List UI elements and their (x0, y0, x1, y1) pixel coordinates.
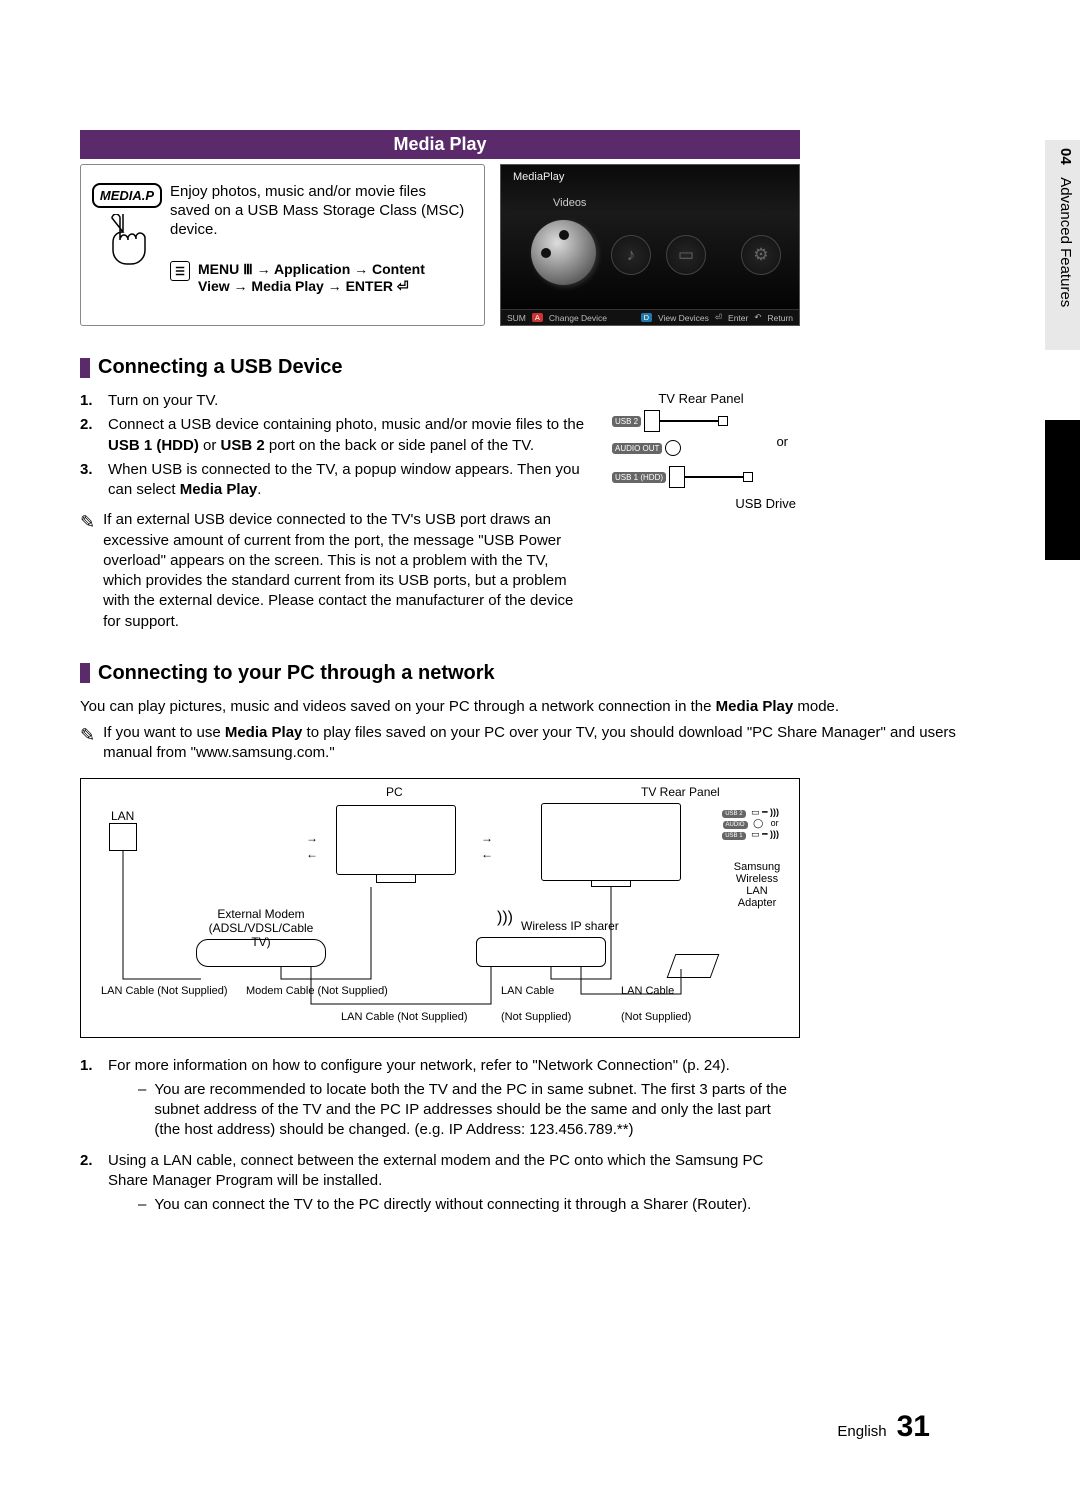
audio-out-label: AUDIO OUT (612, 443, 662, 454)
audio-jack (665, 440, 681, 456)
film-reel-icon (531, 220, 596, 285)
usb-note: ✎ If an external USB device connected to… (80, 510, 590, 632)
screenshot-bottom-bar: SUM A Change Device D View Devices ⏎ Ent… (501, 309, 799, 325)
heading-accent-bar (80, 663, 90, 683)
network-paragraph: You can play pictures, music and videos … (80, 697, 1000, 717)
change-device-label: Change Device (549, 313, 607, 323)
screenshot-title: MediaPlay (513, 171, 564, 183)
music-icon: ♪ (611, 235, 651, 275)
menu-button-icon: ☰ (170, 261, 190, 281)
a-badge: A (532, 313, 543, 322)
sub-bullet: –You are recommended to locate both the … (138, 1080, 800, 1141)
step-3-text: When USB is connected to the TV, a popup… (108, 460, 590, 501)
page-content: Media Play MEDIA.P Enjoy photos, music a… (80, 0, 1000, 1215)
net-step-2: Using a LAN cable, connect between the e… (108, 1152, 763, 1189)
wiring-lines (81, 779, 801, 1039)
usb2-jack (644, 410, 660, 432)
network-heading-text: Connecting to your PC through a network (98, 662, 495, 685)
list-item: 2.Connect a USB device containing photo,… (80, 415, 590, 456)
return-label: Return (767, 313, 793, 323)
enter-label: Enter (728, 313, 748, 323)
net-step-1: For more information on how to configure… (108, 1057, 730, 1074)
sub-bullet: –You can connect the TV to the PC direct… (138, 1195, 800, 1215)
step-2-text: Connect a USB device containing photo, m… (108, 415, 590, 456)
sum-label: SUM (507, 313, 526, 323)
or-label: or (776, 434, 788, 449)
menu-path-line1: MENU Ⅲ → Application → Content (198, 261, 425, 278)
network-note: ✎ If you want to use Media Play to play … (80, 723, 1000, 764)
usb-note-text: If an external USB device connected to t… (103, 510, 590, 632)
usb-drive-label: USB Drive (735, 496, 796, 511)
usb-cable (660, 420, 720, 422)
usb2-port-label: USB 2 (612, 416, 641, 427)
screenshot-videos-tab: Videos (553, 197, 586, 209)
step-1-text: Turn on your TV. (108, 391, 218, 411)
view-devices-label: View Devices (658, 313, 709, 323)
section-title-bar: Media Play (80, 130, 800, 159)
media-p-label: MEDIA.P (92, 183, 162, 208)
enter-icon: ⏎ (715, 312, 722, 323)
chapter-tab: 04 Advanced Features (1045, 140, 1080, 350)
intro-description: Enjoy photos, music and/or movie files s… (170, 183, 469, 239)
usb-steps-list: 1.Turn on your TV. 2.Connect a USB devic… (80, 391, 590, 500)
usb-heading-text: Connecting a USB Device (98, 356, 343, 379)
settings-icon: ⚙ (741, 235, 781, 275)
page-footer: English 31 (837, 1410, 930, 1444)
rear-panel-title: TV Rear Panel (606, 391, 796, 406)
list-item: 1.Turn on your TV. (80, 391, 590, 411)
tv-screenshot: MediaPlay Videos ♪ ▭ ⚙ SUM A Change Devi… (500, 164, 800, 326)
return-icon: ↶ (754, 312, 761, 323)
usb-cable (685, 476, 745, 478)
usb1-jack (669, 466, 685, 488)
net-sub-1a: You are recommended to locate both the T… (154, 1080, 800, 1141)
footer-language: English (837, 1423, 886, 1440)
note-icon: ✎ (80, 510, 95, 632)
remote-button-illustration: MEDIA.P (96, 183, 158, 305)
intro-box: MEDIA.P Enjoy photos, music and/or movie… (80, 164, 485, 326)
list-item: 2. Using a LAN cable, connect between th… (80, 1151, 800, 1216)
intro-text: Enjoy photos, music and/or movie files s… (170, 183, 469, 305)
network-steps-list: 1. For more information on how to config… (80, 1056, 800, 1216)
sidebar-black-strip (1045, 420, 1080, 560)
network-diagram: PC TV Rear Panel LAN USB 2 ▭ ━ ))) AUDIO… (80, 778, 800, 1038)
net-sub-2a: You can connect the TV to the PC directl… (154, 1195, 751, 1215)
d-badge: D (641, 313, 652, 322)
hand-pointer-icon (105, 214, 149, 266)
rear-panel-diagram: TV Rear Panel USB 2 AUDIO OUT or USB 1 (… (606, 391, 796, 632)
photos-icon: ▭ (666, 235, 706, 275)
chapter-number: 04 (1057, 148, 1074, 165)
usb-section-heading: Connecting a USB Device (80, 356, 1000, 379)
usb1-port-label: USB 1 (HDD) (612, 472, 666, 483)
chapter-title: Advanced Features (1057, 177, 1074, 307)
usb-plug-icon (743, 472, 753, 482)
usb-plug-icon (718, 416, 728, 426)
menu-path-line2: View → Media Play → ENTER ⏎ (198, 278, 425, 295)
network-section-heading: Connecting to your PC through a network (80, 662, 1000, 685)
list-item: 1. For more information on how to config… (80, 1056, 800, 1141)
list-item: 3.When USB is connected to the TV, a pop… (80, 460, 590, 501)
network-note-text: If you want to use Media Play to play fi… (103, 723, 1000, 764)
page-number: 31 (897, 1410, 930, 1444)
note-icon: ✎ (80, 723, 95, 764)
heading-accent-bar (80, 358, 90, 378)
